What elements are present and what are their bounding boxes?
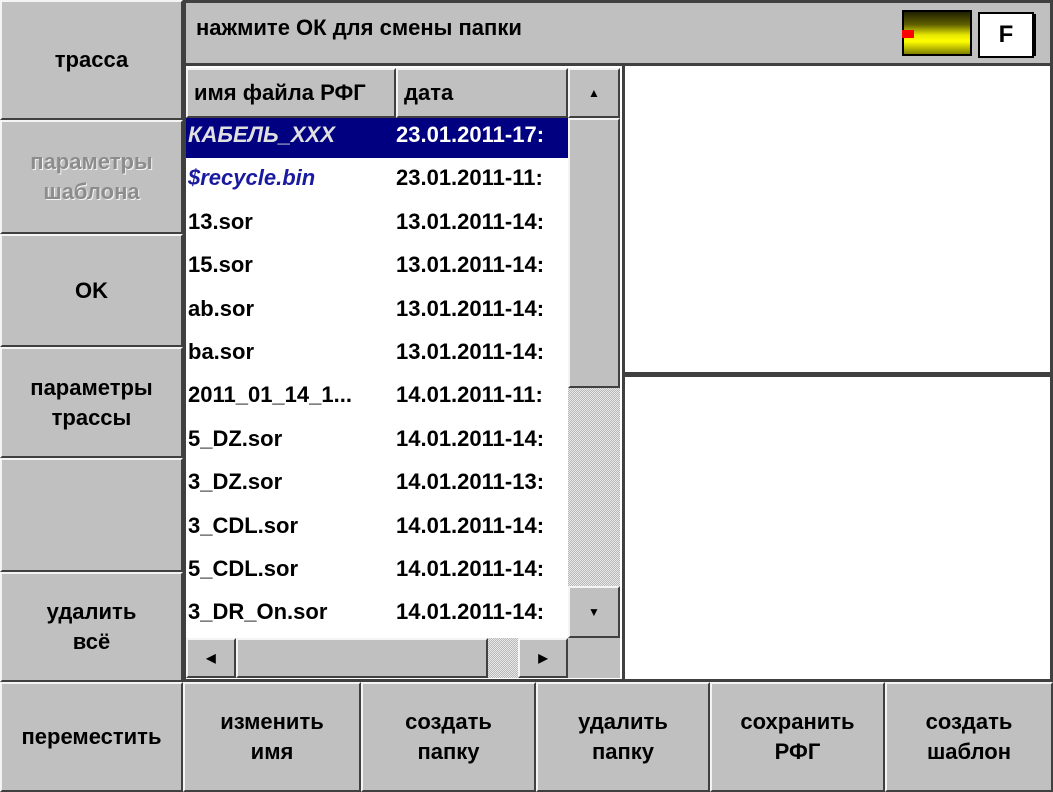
file-date: 14.01.2011-14: [396, 512, 545, 538]
bottom-menu-button-2[interactable]: изменить имя [183, 682, 361, 792]
bottom-menu-button-1[interactable]: переместить [0, 682, 183, 792]
horizontal-scroll-thumb[interactable] [236, 638, 488, 678]
bottom-menu-button-5[interactable]: сохранить РФГ [710, 682, 885, 792]
arrow-right-icon: ▶ [538, 651, 548, 665]
file-row[interactable]: ab.sor 13.01.2011-14: [186, 292, 568, 332]
file-name: $recycle.bin [188, 165, 316, 191]
left-menu-button-4[interactable]: параметры трассы [0, 347, 183, 458]
file-row[interactable]: 13.sor 13.01.2011-14: [186, 205, 568, 245]
file-date: 14.01.2011-11: [396, 382, 543, 408]
file-row[interactable]: КАБЕЛЬ_XXX 23.01.2011-17: [186, 118, 568, 158]
file-date: 14.01.2011-13: [396, 469, 545, 495]
signal-level-icon [902, 10, 972, 56]
file-name: 3_DR_On.sor [188, 599, 328, 625]
file-date: 13.01.2011-14: [396, 208, 545, 234]
arrow-up-icon: ▲ [588, 86, 600, 100]
file-name: 2011_01_14_1... [188, 382, 352, 408]
file-row[interactable]: $recycle.bin 23.01.2011-11: [186, 161, 568, 201]
vertical-scrollbar[interactable]: ▼ [568, 118, 620, 638]
file-row[interactable]: 15.sor 13.01.2011-14: [186, 248, 568, 288]
scroll-down-button[interactable]: ▼ [568, 586, 620, 638]
arrow-left-icon: ◀ [206, 651, 216, 665]
file-date: 23.01.2011-17: [396, 122, 545, 147]
file-date: 14.01.2011-14: [396, 599, 545, 625]
file-date: 14.01.2011-14: [396, 425, 545, 451]
file-row[interactable]: 3_DZ.sor 14.01.2011-13: [186, 465, 568, 505]
scroll-right-button[interactable]: ▶ [518, 638, 568, 678]
file-name: 15.sor [188, 252, 253, 278]
bottom-menu-button-3[interactable]: создать папку [361, 682, 536, 792]
preview-panel-top [625, 66, 1050, 372]
f-button[interactable]: F [978, 12, 1036, 58]
preview-panel-bottom [625, 377, 1050, 679]
scrollbar-corner [568, 638, 620, 678]
file-name: КАБЕЛЬ_XXX [188, 122, 335, 147]
column-header-name[interactable]: имя файла РФГ [186, 68, 396, 118]
left-menu-button-3[interactable]: OK [0, 234, 183, 347]
file-name: 5_CDL.sor [188, 556, 299, 581]
file-name: 5_DZ.sor [188, 425, 283, 451]
file-date: 23.01.2011-11: [396, 165, 543, 191]
left-menu-button-1[interactable]: трасса [0, 0, 183, 120]
scroll-up-button[interactable]: ▲ [568, 68, 620, 118]
file-row[interactable]: 2011_01_14_1... 14.01.2011-11: [186, 378, 568, 418]
file-name: 3_CDL.sor [188, 512, 299, 538]
file-name: ba.sor [188, 339, 255, 364]
file-date: 13.01.2011-14: [396, 252, 545, 278]
file-date: 13.01.2011-14: [396, 295, 545, 321]
file-name: 3_DZ.sor [188, 469, 283, 495]
file-name: ab.sor [188, 295, 255, 321]
file-row[interactable]: 5_DZ.sor 14.01.2011-14: [186, 422, 568, 462]
bottom-menu-button-6[interactable]: создать шаблон [885, 682, 1053, 792]
file-row[interactable]: 3_DR_On.sor 14.01.2011-14: [186, 595, 568, 635]
left-menu-button-6[interactable]: удалить всё [0, 572, 183, 682]
hint-text: нажмите ОК для смены папки [196, 15, 522, 40]
file-row[interactable]: 5_CDL.sor 14.01.2011-14: [186, 552, 568, 592]
left-menu-button-5[interactable] [0, 458, 183, 572]
file-row[interactable]: ba.sor 13.01.2011-14: [186, 335, 568, 375]
horizontal-scrollbar[interactable]: ◀ ▶ [186, 638, 568, 678]
arrow-down-icon: ▼ [588, 605, 600, 619]
file-date: 13.01.2011-14: [396, 339, 545, 364]
left-menu-button-2[interactable]: параметры шаблона [0, 120, 183, 234]
vertical-scroll-thumb[interactable] [568, 118, 620, 388]
bottom-menu-button-4[interactable]: удалить папку [536, 682, 710, 792]
file-list[interactable]: имя файла РФГ дата ▲ КАБЕЛЬ_XXX 23.01.201… [186, 66, 622, 679]
scroll-left-button[interactable]: ◀ [186, 638, 236, 678]
file-name: 13.sor [188, 208, 253, 234]
column-header-date[interactable]: дата [396, 68, 568, 118]
file-row[interactable]: 3_CDL.sor 14.01.2011-14: [186, 509, 568, 549]
file-date: 14.01.2011-14: [396, 556, 545, 581]
